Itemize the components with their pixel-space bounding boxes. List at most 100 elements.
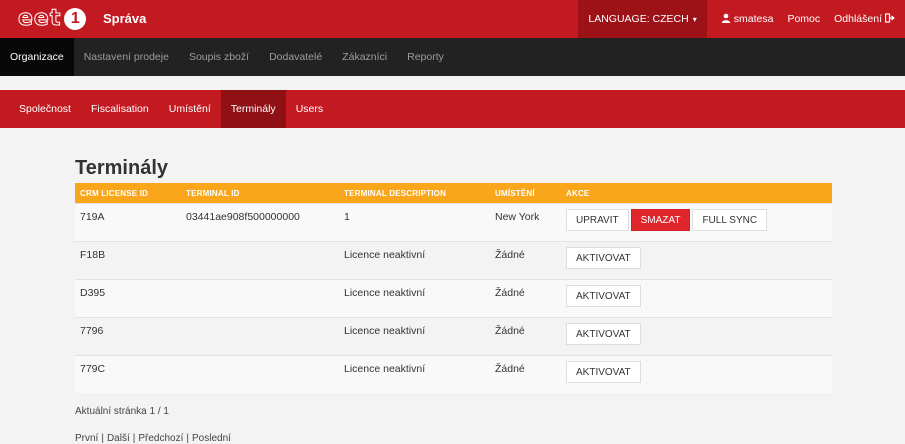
full-sync-button[interactable]: FULL SYNC — [692, 209, 768, 231]
cell-description: Licence neaktivní — [339, 355, 490, 393]
logout-label: Odhlášení — [834, 13, 882, 25]
column-header-terminal-description[interactable]: TERMINAL DESCRIPTION — [339, 183, 490, 204]
pager-separator: | — [132, 433, 136, 444]
column-header-crm-license-id[interactable]: CRM LICENSE ID — [75, 183, 181, 204]
help-link[interactable]: Pomoc — [787, 13, 820, 25]
cell-crm: 779C — [75, 355, 181, 393]
column-header-terminal-id[interactable]: TERMINAL ID — [181, 183, 339, 204]
pager: První | Další | Předchozí | Poslední — [75, 433, 832, 444]
cell-actions: AKTIVOVAT — [561, 279, 832, 318]
cell-actions: AKTIVOVAT — [561, 241, 832, 280]
terminal-location: Žádné — [495, 363, 525, 375]
cell-crm: 719A — [75, 203, 181, 242]
logout-link[interactable]: Odhlášení — [834, 12, 895, 26]
cell-location: Žádné — [490, 355, 561, 393]
sub-nav-item-umisteni[interactable]: Umístění — [159, 90, 221, 128]
sub-nav-item-spolecnost[interactable]: Společnost — [0, 90, 81, 128]
cell-terminal-id — [181, 279, 339, 318]
main-nav-item-soupis-zbozi[interactable]: Soupis zboží — [179, 38, 259, 76]
pager-last-link[interactable]: Poslední — [192, 433, 231, 444]
pager-separator: | — [101, 433, 104, 444]
cell-location: Žádné — [490, 317, 561, 356]
cell-actions: AKTIVOVAT — [561, 355, 832, 393]
main-content: Terminály CRM LICENSE ID TERMINAL ID TER… — [75, 150, 832, 444]
terminal-description: Licence neaktivní — [344, 325, 426, 337]
cell-terminal-id — [181, 317, 339, 356]
terminal-description: Licence neaktivní — [344, 249, 426, 261]
cell-location: New York — [490, 203, 561, 242]
logo[interactable]: eet 1 — [17, 6, 87, 32]
language-label: LANGUAGE: CZECH — [588, 13, 689, 25]
terminal-location: New York — [495, 211, 540, 223]
terminal-id — [186, 356, 334, 363]
crm-license-id: F18B — [80, 249, 106, 261]
logout-icon — [884, 12, 895, 26]
logo-text: eet — [17, 6, 62, 32]
top-bar: eet 1 Správa LANGUAGE: CZECH ▾ smatesa P… — [0, 0, 905, 38]
cell-location: Žádné — [490, 241, 561, 280]
terminal-id: 03441ae908f500000000 — [186, 211, 300, 223]
column-header-location[interactable]: UMÍSTĚNÍ — [490, 183, 561, 204]
terminal-id — [186, 242, 334, 249]
language-dropdown[interactable]: LANGUAGE: CZECH ▾ — [578, 0, 707, 38]
sub-nav: Společnost Fiscalisation Umístění Termin… — [0, 90, 905, 128]
main-nav-item-reporty[interactable]: Reporty — [397, 38, 454, 76]
nav-divider — [0, 76, 905, 90]
user-name: smatesa — [733, 13, 774, 25]
table-row: D395 Licence neaktivní Žádné AKTIVOVAT — [75, 279, 832, 318]
terminal-location: Žádné — [495, 325, 525, 337]
page-title: Terminály — [75, 157, 168, 179]
sub-nav-item-users[interactable]: Users — [286, 90, 333, 128]
pager-separator: | — [186, 433, 189, 444]
crm-license-id: 719A — [80, 211, 105, 223]
cell-crm: 7796 — [75, 317, 181, 356]
terminal-location: Žádné — [495, 249, 525, 261]
cell-actions: AKTIVOVAT — [561, 317, 832, 356]
terminals-table: CRM LICENSE ID TERMINAL ID TERMINAL DESC… — [75, 183, 832, 393]
pager-prev-link[interactable]: Předchozí — [138, 433, 183, 444]
cell-description: Licence neaktivní — [339, 241, 490, 280]
main-nav-item-dodavatele[interactable]: Dodavatelé — [259, 38, 332, 76]
crm-license-id: D395 — [80, 287, 106, 299]
cell-terminal-id: 03441ae908f500000000 — [181, 203, 339, 242]
terminal-location: Žádné — [495, 287, 525, 299]
table-header-row: CRM LICENSE ID TERMINAL ID TERMINAL DESC… — [75, 183, 832, 204]
pager-first-link[interactable]: První — [75, 433, 98, 444]
table-row: F18B Licence neaktivní Žádné AKTIVOVAT — [75, 241, 832, 280]
cell-crm: D395 — [75, 279, 181, 318]
user-link[interactable]: smatesa — [721, 13, 774, 26]
main-nav-item-organizace[interactable]: Organizace — [0, 38, 74, 76]
cell-crm: F18B — [75, 241, 181, 280]
column-header-actions: AKCE — [566, 188, 590, 198]
crm-license-id: 779C — [80, 363, 106, 375]
delete-button[interactable]: SMAZAT — [630, 209, 691, 231]
edit-button[interactable]: UPRAVIT — [566, 209, 629, 231]
table-row: 719A 03441ae908f500000000 1 New York UPR… — [75, 203, 832, 242]
pager-info: Aktuální stránka 1 / 1 — [75, 406, 169, 417]
table-row: 779C Licence neaktivní Žádné AKTIVOVAT — [75, 355, 832, 393]
activate-button[interactable]: AKTIVOVAT — [566, 285, 641, 307]
logo-badge: 1 — [64, 8, 87, 30]
sub-nav-item-terminaly[interactable]: Terminály — [220, 90, 286, 128]
cell-location: Žádné — [490, 279, 561, 318]
cell-terminal-id — [181, 241, 339, 280]
app-title: Správa — [103, 11, 147, 26]
main-nav-item-nastaveni-prodeje[interactable]: Nastavení prodeje — [74, 38, 179, 76]
cell-actions: UPRAVIT SMAZAT FULL SYNC — [561, 203, 832, 242]
cell-description: Licence neaktivní — [339, 279, 490, 318]
cell-description: Licence neaktivní — [339, 317, 490, 356]
table-row: 7796 Licence neaktivní Žádné AKTIVOVAT — [75, 317, 832, 356]
top-right-menu: LANGUAGE: CZECH ▾ smatesa Pomoc Odhlášen… — [578, 0, 895, 38]
user-icon — [721, 13, 731, 26]
activate-button[interactable]: AKTIVOVAT — [566, 247, 641, 269]
pager-next-link[interactable]: Další — [107, 433, 130, 444]
main-nav-item-zakaznici[interactable]: Zákazníci — [332, 38, 397, 76]
terminal-description: Licence neaktivní — [344, 363, 426, 375]
sub-nav-item-fiscalisation[interactable]: Fiscalisation — [81, 90, 159, 128]
help-label: Pomoc — [787, 13, 821, 25]
caret-down-icon: ▾ — [692, 14, 697, 24]
crm-license-id: 7796 — [80, 325, 104, 337]
terminal-id — [186, 318, 334, 325]
activate-button[interactable]: AKTIVOVAT — [566, 323, 641, 345]
activate-button[interactable]: AKTIVOVAT — [566, 361, 641, 383]
